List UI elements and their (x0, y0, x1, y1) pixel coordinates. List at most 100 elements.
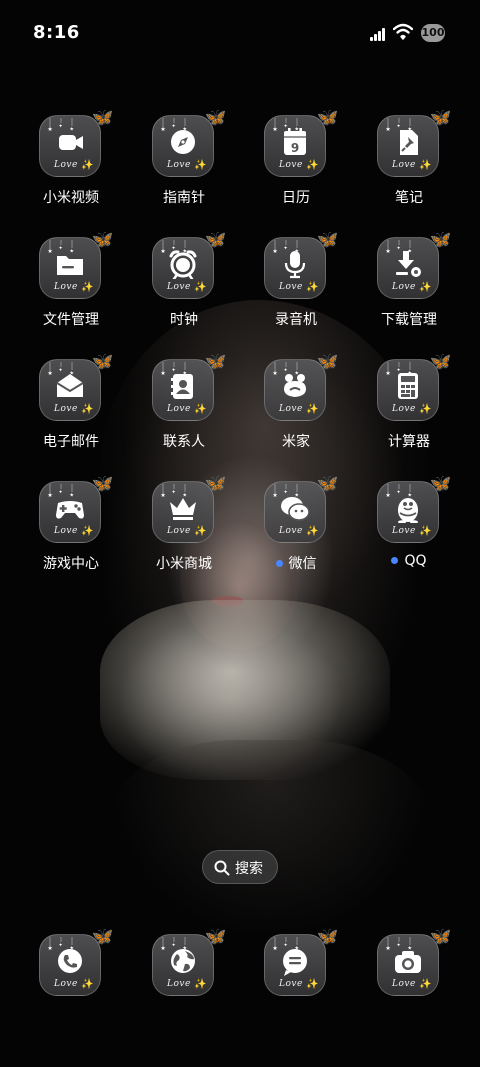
app-icon-tile: ★✦★🦋Love✨ (152, 108, 226, 177)
app-label: 日历 (246, 187, 346, 207)
dock-globe-browser[interactable]: ★ ✦ ★ 🦋 Love ✨ (134, 927, 234, 1044)
butterfly-icon: 🦋 (205, 108, 227, 128)
penguin-icon (398, 498, 418, 523)
sparkle-icon: ✨ (81, 526, 94, 537)
butterfly-icon: 🦋 (92, 108, 114, 128)
app-contacts[interactable]: ★ ✦ ★ 🦋 Love ✨ 联系人 (134, 352, 234, 469)
butterfly-icon: 🦋 (430, 474, 452, 494)
app-label-text: 笔记 (395, 190, 423, 206)
app-label: 微信 (246, 553, 346, 573)
compass-icon (171, 130, 195, 154)
butterfly-icon: 🦋 (430, 108, 452, 128)
love-decoration: Love (167, 526, 191, 536)
new-notification-dot (391, 556, 399, 564)
app-compass[interactable]: ★ ✦ ★ 🦋 Love ✨ 指南针 (134, 108, 234, 225)
app-icon-tile: ★✦★🦋Love✨ (39, 927, 113, 996)
search-icon (214, 860, 230, 876)
app-icon-tile: ★✦★🦋Love✨ (264, 474, 338, 543)
app-icon-tile: ★✦★🦋Love✨ (152, 352, 226, 421)
video-camera-icon (59, 135, 83, 150)
sparkle-icon: ✨ (306, 282, 319, 293)
app-icon-tile: ★✦★🦋Love✨ (377, 474, 451, 543)
app-video-camera[interactable]: ★ ✦ ★ 🦋 Love ✨ 小米视频 (21, 108, 121, 225)
love-decoration: Love (167, 160, 191, 170)
app-label: 时钟 (134, 309, 234, 329)
app-calculator[interactable]: ★✦★🦋Love✨计算器 (359, 352, 459, 469)
app-label: 电子邮件 (21, 431, 121, 451)
sparkle-icon: ✨ (419, 282, 432, 293)
svg-text:★: ★ (47, 370, 52, 376)
app-label: 小米视频 (21, 187, 121, 207)
app-crown[interactable]: ★ ✦ ★ 🦋 Love ✨ 小米商城 (134, 474, 234, 591)
app-label-text: QQ (404, 553, 427, 569)
alarm-clock-icon (169, 250, 197, 279)
butterfly-icon: 🦋 (317, 230, 339, 250)
dock-phone[interactable]: ★ ✦ ★ 🦋 Love ✨ (21, 927, 121, 1044)
app-label: QQ (359, 553, 459, 569)
dock-camera[interactable]: ★ ✦ ★ 🦋 Love ✨ (359, 927, 459, 1044)
app-penguin[interactable]: ★ ✦ ★ 🦋 Love ✨ QQ (359, 474, 459, 591)
contacts-icon (171, 374, 193, 399)
app-calendar[interactable]: ★ ✦ ★ 9 🦋 Love ✨ 日历 (246, 108, 346, 225)
svg-text:★: ★ (47, 492, 52, 498)
app-alarm-clock[interactable]: ★ ✦ ★ 🦋 Love ✨ 时钟 (134, 230, 234, 347)
app-label: 游戏中心 (21, 553, 121, 573)
app-label: 计算器 (359, 431, 459, 451)
app-label-text: 小米视频 (43, 190, 99, 206)
calendar-day: 9 (291, 141, 299, 155)
butterfly-icon: 🦋 (205, 230, 227, 250)
app-folder[interactable]: ★ ✦ ★ 🦋 Love ✨ 文件管理 (21, 230, 121, 347)
search-button[interactable]: 搜索 (202, 850, 278, 884)
app-smart-home[interactable]: ★ ✦ ★ 🦋 Love ✨ 米家 (246, 352, 346, 469)
app-label: 笔记 (359, 187, 459, 207)
app-label: 指南针 (134, 187, 234, 207)
love-decoration: Love (167, 979, 191, 989)
app-label-text: 录音机 (275, 312, 317, 328)
love-decoration: Love (54, 404, 78, 414)
sparkle-icon: ✨ (306, 404, 319, 415)
status-bar: 8:16 100 (0, 0, 480, 66)
app-mail[interactable]: ★ ✦ ★ 🦋 Love ✨ 电子邮件 (21, 352, 121, 469)
app-icon-tile: ★✦★🦋Love✨ (39, 230, 113, 299)
svg-text:★: ★ (272, 126, 277, 132)
app-label-text: 联系人 (163, 434, 205, 450)
sparkle-icon: ✨ (81, 160, 94, 171)
love-decoration: Love (279, 526, 303, 536)
love-decoration: Love (279, 404, 303, 414)
wifi-icon (393, 23, 413, 40)
app-pin-note[interactable]: ★ ✦ ★ 🦋 Love ✨ 笔记 (359, 108, 459, 225)
camera-icon (395, 951, 421, 973)
love-decoration: Love (54, 979, 78, 989)
svg-text:★: ★ (47, 248, 52, 254)
app-icon-tile: ★✦★🦋Love✨ (152, 230, 226, 299)
app-microphone[interactable]: ★ ✦ ★ 🦋 Love ✨ 录音机 (246, 230, 346, 347)
signal-bars-icon (370, 27, 388, 41)
butterfly-icon: 🦋 (317, 108, 339, 128)
love-decoration: Love (167, 282, 191, 292)
butterfly-icon: 🦋 (317, 352, 339, 372)
app-gamepad[interactable]: ★ ✦ ★ 🦋 Love ✨ 游戏中心 (21, 474, 121, 591)
dock-message-bubble[interactable]: ★ ✦ ★ 🦋 Love ✨ (246, 927, 346, 1044)
svg-text:★: ★ (385, 370, 390, 376)
app-icon-tile: ★✦★🦋Love✨ (264, 927, 338, 996)
love-decoration: Love (279, 160, 303, 170)
app-icon-tile: ★✦★🦋Love✨ (377, 230, 451, 299)
svg-text:★: ★ (385, 248, 390, 254)
app-wechat[interactable]: ★ ✦ ★ 🦋 Love ✨ 微信 (246, 474, 346, 591)
love-decoration: Love (279, 979, 303, 989)
app-download[interactable]: ★ ✦ ★ 🦋 Love ✨ 下载管理 (359, 230, 459, 347)
app-icon-tile: ★✦★🦋Love✨ (377, 108, 451, 177)
svg-text:★: ★ (160, 945, 165, 951)
app-label-text: 小米商城 (156, 556, 212, 572)
svg-text:★: ★ (47, 945, 52, 951)
app-label: 联系人 (134, 431, 234, 451)
sparkle-icon: ✨ (81, 979, 94, 990)
app-icon-tile: ★✦★🦋Love✨ (39, 108, 113, 177)
app-icon-tile: ★✦★🦋Love✨ (152, 927, 226, 996)
wallpaper-body (110, 740, 430, 940)
butterfly-icon: 🦋 (205, 352, 227, 372)
app-label-text: 游戏中心 (43, 556, 99, 572)
phone-icon (58, 949, 82, 973)
sparkle-icon: ✨ (419, 979, 432, 990)
butterfly-icon: 🦋 (92, 230, 114, 250)
